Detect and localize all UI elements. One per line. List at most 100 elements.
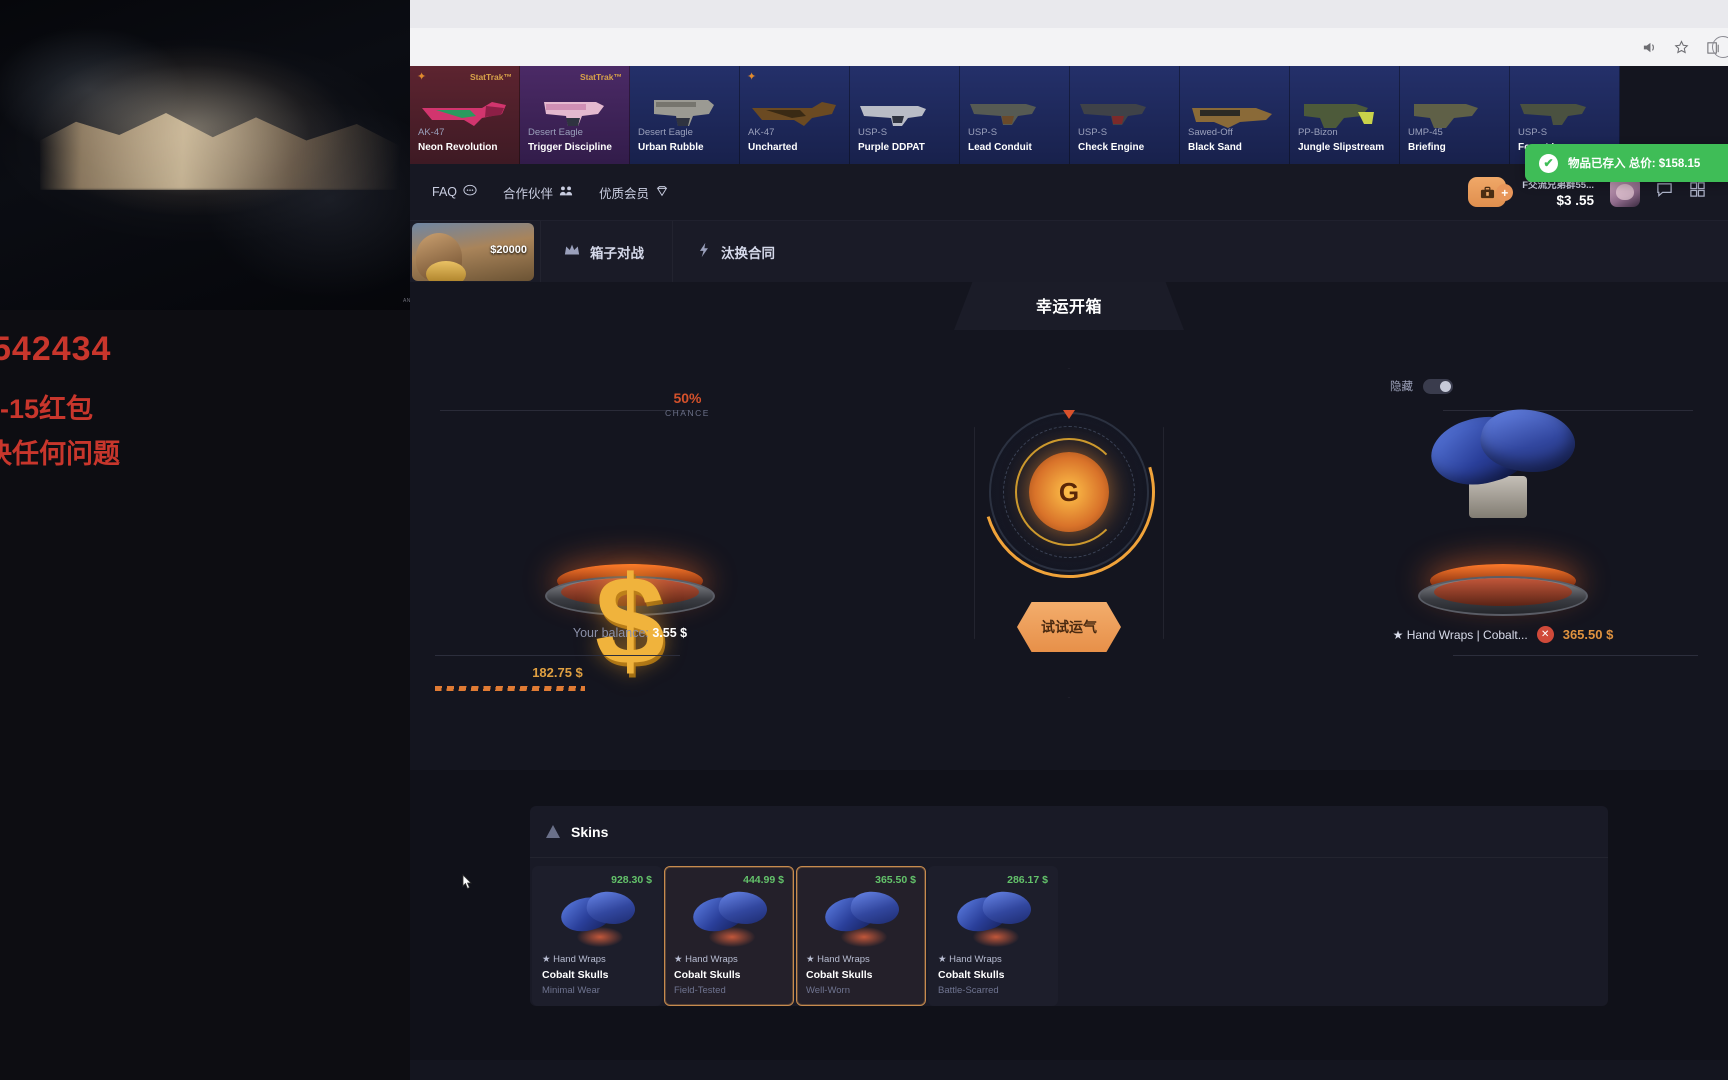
your-balance-label: Your balance: [572,626,649,640]
glove-thumb-icon [557,887,638,947]
weapon-image [636,88,734,128]
skin-name: Briefing [1408,142,1446,153]
nav-item-premium[interactable]: 优质会员 [599,183,669,202]
live-drop-item[interactable]: USP-S Purple DDPAT [850,66,960,164]
live-drop-item[interactable]: Sawed-Off Black Sand [1180,66,1290,164]
balance-label: $3 .55 [1556,192,1594,208]
chat-icon[interactable] [1656,181,1673,203]
skin-wear: Well-Worn [806,985,850,996]
favorite-icon[interactable] [1672,38,1690,56]
weapon-name: PP-Bizon [1298,127,1338,138]
weapon-name: USP-S [858,127,888,138]
weapon-name: AK-47 [748,127,775,138]
subnav-contract-label: 汰换合同 [721,245,775,261]
weapon-image [966,88,1064,128]
weapon-name: USP-S [968,127,998,138]
star-icon: ✦ [417,71,427,83]
subnav-item-case-battle[interactable]: 箱子对战 [541,221,666,283]
status-toast: ✔ 物品已存入 总价: $158.15 [1525,144,1728,182]
wheel-marker-icon [1063,410,1075,419]
your-balance-value: 3.55 $ [652,626,688,640]
right-item-row: ★ Hand Wraps | Cobalt... ✕ 365.50 $ [1308,626,1698,643]
skin-name: Trigger Discipline [528,142,612,153]
skin-name: Lead Conduit [968,142,1032,153]
skin-card[interactable]: 365.50 $ ★ Hand Wraps Cobalt Skulls Well… [796,866,926,1006]
remove-icon[interactable]: ✕ [1536,626,1554,643]
bar-line [1453,655,1698,656]
live-drop-item[interactable]: USP-S Check Engine [1070,66,1180,164]
browser-tab-strip[interactable] [410,0,1728,28]
skin-type: ★ Hand Wraps [674,954,738,965]
skins-panel-header[interactable]: Skins [530,806,1608,858]
right-price-bar [1453,655,1698,689]
stattrak-label: StatTrak™ [579,72,622,82]
triangle-icon [546,825,560,838]
skins-panel-title: Skins [571,823,609,840]
plus-icon[interactable]: + [1496,184,1514,201]
left-price-bar: 182.75 $ [435,655,680,691]
weapon-image [1296,88,1394,128]
contract-icon [695,242,712,261]
promo-amount: $20000 [490,243,527,256]
skin-name: Black Sand [1188,142,1242,153]
opener-right-side [1308,386,1698,616]
check-circle-icon: ✔ [1539,153,1558,173]
weapon-name: USP-S [1078,127,1108,138]
read-aloud-icon[interactable] [1640,38,1658,56]
subnav-item-contract[interactable]: 汰换合同 [673,221,797,283]
skin-price: 286.17 $ [1007,874,1048,886]
site-content: ✦ StatTrak™ AK-47 Neon Revolution StatTr… [410,66,1728,1080]
skin-name: Uncharted [748,142,798,153]
desktop-screen: AN ENTRY LEVEL 542434 10-15红包 解决任何问题 [0,0,1728,1080]
skin-name: Purple DDPAT [858,142,925,153]
skin-price: 928.30 $ [611,874,652,886]
nav-partners-label: 合作伙伴 [503,186,554,201]
weapon-name: Desert Eagle [528,127,583,138]
stattrak-label: StatTrak™ [469,72,512,82]
left-pedestal: $ [545,550,715,691]
browser-window: ✦ StatTrak™ AK-47 Neon Revolution StatTr… [410,0,1728,1080]
weapon-image [1076,88,1174,128]
skin-price: 365.50 $ [875,874,916,886]
profile-icon[interactable] [1712,36,1728,58]
nav-item-partners[interactable]: 合作伙伴 [503,183,573,202]
skin-card[interactable]: 444.99 $ ★ Hand Wraps Cobalt Skulls Fiel… [664,866,794,1006]
skins-card-list: 928.30 $ ★ Hand Wraps Cobalt Skulls Mini… [530,858,1608,1006]
left-bar-price: 182.75 $ [532,665,583,680]
nav-premium-label: 优质会员 [599,186,650,201]
weapon-image [416,88,514,128]
nav-item-faq[interactable]: FAQ [432,184,477,201]
background-website: AN ENTRY LEVEL 542434 10-15红包 解决任何问题 [0,0,460,1080]
live-drop-item[interactable]: Desert Eagle Urban Rubble [630,66,740,164]
glove-thumb-icon [821,887,902,947]
skin-card[interactable]: 286.17 $ ★ Hand Wraps Cobalt Skulls Batt… [928,866,1058,1006]
live-drop-item[interactable]: ✦ StatTrak™ AK-47 Neon Revolution [410,66,520,164]
skin-name: Check Engine [1078,142,1145,153]
case-button-wrap[interactable]: + [1468,177,1514,207]
handshake-icon [559,184,573,201]
skins-panel: Skins 928.30 $ ★ Hand Wraps Cobalt Skull… [530,806,1608,1006]
skin-card[interactable]: 928.30 $ ★ Hand Wraps Cobalt Skulls Mini… [532,866,662,1006]
live-drop-item[interactable]: PP-Bizon Jungle Slipstream [1290,66,1400,164]
skin-name: Cobalt Skulls [806,969,873,981]
star-icon: ✦ [747,71,757,83]
promo-banner[interactable]: $20000 [412,222,534,281]
weapon-image [746,88,844,128]
grid-icon[interactable] [1689,181,1706,203]
skin-name: Cobalt Skulls [542,969,609,981]
skin-type: ★ Hand Wraps [542,954,606,965]
background-text-block: 542434 10-15红包 解决任何问题 [0,330,460,471]
live-drop-item[interactable]: ✦ AK-47 Uncharted [740,66,850,164]
live-drop-item[interactable]: StatTrak™ Desert Eagle Trigger Disciplin… [520,66,630,164]
weapon-name: UMP-45 [1408,127,1443,138]
skin-wear: Battle-Scarred [938,985,999,996]
live-drop-item[interactable]: USP-S Lead Conduit [960,66,1070,164]
try-luck-button[interactable]: 试试运气 [1017,602,1121,652]
skin-name: Cobalt Skulls [674,969,741,981]
skin-type: ★ Hand Wraps [938,954,1002,965]
skin-type: ★ Hand Wraps [806,954,870,965]
browser-toolbar [410,28,1728,66]
live-drop-item[interactable]: UMP-45 Briefing [1400,66,1510,164]
weapon-image [1516,88,1614,128]
skins-panel-wrap: Skins 928.30 $ ★ Hand Wraps Cobalt Skull… [410,770,1728,1060]
